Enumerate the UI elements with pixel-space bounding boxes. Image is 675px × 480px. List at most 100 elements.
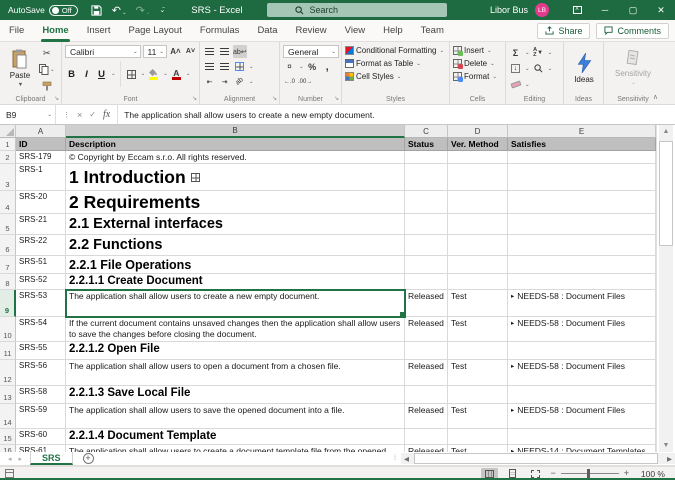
cell-A2[interactable]: SRS-179 — [16, 151, 66, 164]
clipboard-dialog-launcher-icon[interactable]: ↘ — [54, 96, 59, 102]
cell-B14[interactable]: The application shall allow users to sav… — [66, 404, 405, 429]
comma-style-icon[interactable]: , — [321, 60, 334, 73]
undo-icon[interactable]: ↶⌄ — [112, 4, 127, 17]
row-header-3[interactable]: 3 — [0, 164, 16, 191]
cell-E2[interactable] — [508, 151, 656, 164]
cell-C7[interactable] — [405, 256, 448, 274]
borders-dropdown-icon[interactable]: ⌄ — [141, 71, 146, 77]
merge-dropdown-icon[interactable]: ⌄ — [249, 64, 254, 70]
cell-C1[interactable]: Status — [405, 138, 448, 151]
cell-B2[interactable]: © Copyright by Eccam s.r.o. All rights r… — [66, 151, 405, 164]
column-header-B[interactable]: B — [66, 125, 405, 138]
horizontal-scrollbar[interactable] — [412, 453, 664, 464]
cell-B8[interactable]: 2.2.1.1 Create Document — [66, 274, 405, 290]
cell-E10[interactable]: ▸NEEDS-58 : Document Files — [508, 317, 656, 342]
increase-font-icon[interactable]: A˄ — [169, 45, 182, 58]
cell-C2[interactable] — [405, 151, 448, 164]
cell-A5[interactable]: SRS-21 — [16, 214, 66, 235]
prev-sheet-icon[interactable]: ◂ — [8, 455, 12, 463]
customize-toolbar-icon[interactable]: ⌄̄ — [159, 6, 165, 14]
cell-D10[interactable]: Test — [448, 317, 508, 342]
vertical-scrollbar[interactable]: ▲ ▼ — [656, 125, 675, 452]
row-header-6[interactable]: 6 — [0, 235, 16, 256]
delete-cells-button[interactable]: Delete⌄ — [453, 59, 503, 68]
ribbon-tab-view[interactable]: View — [336, 20, 374, 42]
cell-E15[interactable] — [508, 429, 656, 445]
row-header-8[interactable]: 8 — [0, 274, 16, 290]
cell-E16[interactable]: ▸NEEDS-14 : Document Templates — [508, 445, 656, 452]
cell-D8[interactable] — [448, 274, 508, 290]
cell-B13[interactable]: 2.2.1.3 Save Local File — [66, 386, 405, 404]
cell-C9[interactable]: Released — [405, 290, 448, 317]
cell-A7[interactable]: SRS-51 — [16, 256, 66, 274]
cell-A13[interactable]: SRS-58 — [16, 386, 66, 404]
minimize-icon[interactable]: ─ — [591, 0, 619, 20]
cell-A9[interactable]: SRS-53 — [16, 290, 66, 317]
cell-B1[interactable]: Description — [66, 138, 405, 151]
cell-C4[interactable] — [405, 191, 448, 214]
cell-C14[interactable]: Released — [405, 404, 448, 429]
cell-D16[interactable]: Test — [448, 445, 508, 452]
align-left-icon[interactable] — [203, 60, 216, 73]
align-top-icon[interactable] — [203, 45, 216, 58]
cell-D6[interactable] — [448, 235, 508, 256]
font-size-select[interactable]: 11⌄ — [143, 45, 167, 58]
cell-E11[interactable] — [508, 342, 656, 360]
font-name-select[interactable]: Calibri⌄ — [65, 45, 141, 58]
cell-E9[interactable]: ▸NEEDS-58 : Document Files — [508, 290, 656, 317]
insert-function-icon[interactable]: fx — [103, 109, 110, 120]
column-header-E[interactable]: E — [508, 125, 656, 138]
formula-bar-drag-icon[interactable]: ⋮ — [63, 111, 70, 119]
sheet-tab-srs[interactable]: SRS — [30, 452, 73, 465]
ribbon-tab-page-layout[interactable]: Page Layout — [119, 20, 190, 42]
paste-button[interactable]: Paste▼ — [3, 45, 37, 91]
conditional-formatting-button[interactable]: Conditional Formatting⌄ — [345, 46, 447, 55]
fill-color-dropdown-icon[interactable]: ⌄ — [163, 71, 168, 77]
next-sheet-icon[interactable]: ▸ — [19, 455, 23, 463]
cell-A8[interactable]: SRS-52 — [16, 274, 66, 290]
cell-A4[interactable]: SRS-20 — [16, 191, 66, 214]
cut-icon[interactable]: ✂ — [39, 47, 55, 60]
ribbon-tab-home[interactable]: Home — [33, 20, 77, 42]
row-header-12[interactable]: 12 — [0, 360, 16, 386]
cell-B15[interactable]: 2.2.1.4 Document Template — [66, 429, 405, 445]
ribbon-tab-file[interactable]: File — [0, 20, 33, 42]
name-box[interactable]: B9⌄ — [0, 105, 56, 124]
cell-E3[interactable] — [508, 164, 656, 191]
borders-icon[interactable] — [125, 68, 138, 81]
decrease-indent-icon[interactable]: ⇤ — [203, 75, 216, 88]
alignment-dialog-launcher-icon[interactable]: ↘ — [272, 96, 277, 102]
zoom-level[interactable]: 100 % — [635, 469, 665, 479]
autosave-pill[interactable]: Off — [49, 5, 78, 16]
percent-style-icon[interactable]: % — [306, 60, 319, 73]
cell-D3[interactable] — [448, 164, 508, 191]
cell-B5[interactable]: 2.1 External interfaces — [66, 214, 405, 235]
user-avatar[interactable]: LB — [535, 3, 549, 17]
cell-C8[interactable] — [405, 274, 448, 290]
vertical-scrollbar-thumb[interactable] — [659, 141, 673, 246]
cell-D11[interactable] — [448, 342, 508, 360]
cell-A15[interactable]: SRS-60 — [16, 429, 66, 445]
cell-B9[interactable]: The application shall allow users to cre… — [66, 290, 405, 317]
row-header-13[interactable]: 13 — [0, 386, 16, 404]
cell-D2[interactable] — [448, 151, 508, 164]
cell-E13[interactable] — [508, 386, 656, 404]
align-center-icon[interactable] — [218, 60, 231, 73]
row-header-14[interactable]: 14 — [0, 404, 16, 429]
decrease-decimal-icon[interactable]: .00→ — [298, 75, 312, 88]
row-header-4[interactable]: 4 — [0, 191, 16, 214]
sort-filter-icon[interactable]: AZ▼ — [532, 46, 545, 59]
font-color-dropdown-icon[interactable]: ⌄ — [186, 71, 191, 77]
format-cells-button[interactable]: Format⌄ — [453, 72, 503, 81]
redo-icon[interactable]: ↷⌄ — [136, 4, 151, 17]
cell-B11[interactable]: 2.2.1.2 Open File — [66, 342, 405, 360]
cell-C6[interactable] — [405, 235, 448, 256]
column-header-D[interactable]: D — [448, 125, 508, 138]
copy-icon[interactable]: ⌄ — [39, 63, 55, 76]
cell-B7[interactable]: 2.2.1 File Operations — [66, 256, 405, 274]
cell-B3[interactable]: 1 Introduction — [66, 164, 405, 191]
zoom-slider-handle[interactable] — [587, 469, 590, 478]
increase-indent-icon[interactable]: ⇥ — [218, 75, 231, 88]
scroll-up-icon[interactable]: ▲ — [659, 125, 673, 138]
cell-D9[interactable]: Test — [448, 290, 508, 317]
